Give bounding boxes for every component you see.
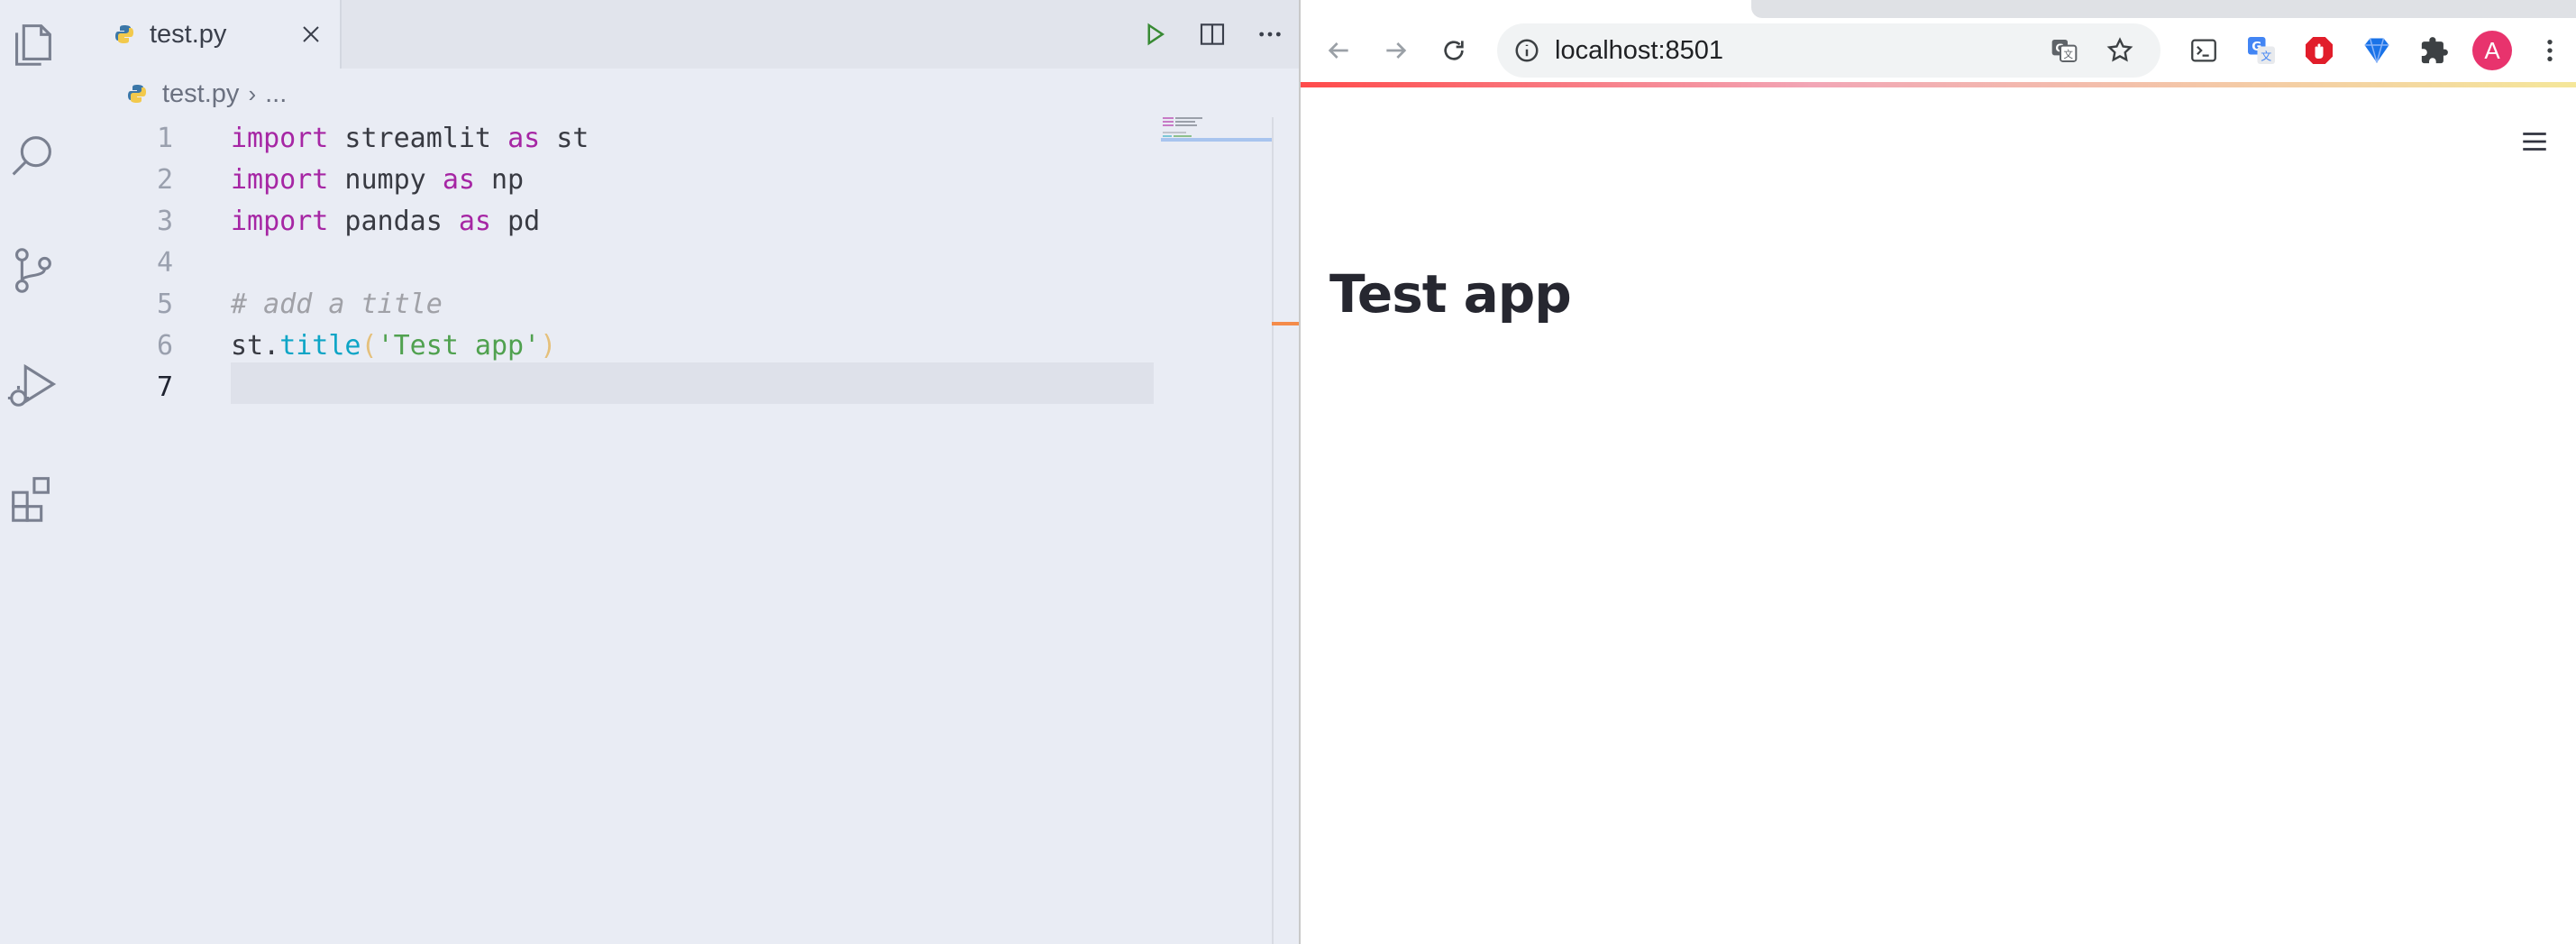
alias: np <box>474 163 525 196</box>
keyword: import <box>231 122 329 154</box>
function-name: title <box>279 329 361 362</box>
editor-scrollbar[interactable] <box>1272 117 1299 944</box>
avatar: A <box>2472 31 2512 70</box>
keyword: as <box>442 163 475 196</box>
run-python-file-icon[interactable] <box>1126 5 1183 63</box>
svg-text:文: 文 <box>2063 49 2073 60</box>
code-line: 2 import numpy as np <box>87 159 1154 200</box>
bookmark-star-icon[interactable] <box>2092 23 2148 78</box>
module-name: numpy <box>328 163 443 196</box>
search-icon[interactable] <box>0 124 65 189</box>
minimap[interactable] <box>1161 114 1273 150</box>
hamburger-menu-icon[interactable] <box>2508 115 2561 168</box>
line-number: 7 <box>156 371 173 403</box>
extension-adblock-icon[interactable] <box>2290 22 2348 79</box>
line-number: 2 <box>156 163 173 196</box>
chrome-menu-icon[interactable] <box>2521 22 2576 79</box>
code-line: 3 import pandas as pd <box>87 200 1154 242</box>
code-line: 4 <box>87 242 1154 283</box>
editor-actions <box>1126 0 1299 69</box>
extensions-icon[interactable] <box>0 465 65 530</box>
line-content: import pandas as pd <box>231 206 540 237</box>
breadcrumb-file[interactable]: test.py <box>162 79 239 109</box>
code-line: 7 <box>87 366 1154 408</box>
code-editor[interactable]: 1 import streamlit as st 2 import numpy … <box>87 117 1154 944</box>
forward-icon[interactable] <box>1367 22 1425 79</box>
line-number: 6 <box>156 329 173 362</box>
line-content: st.title('Test app') <box>231 330 556 362</box>
close-tab-icon[interactable] <box>295 18 327 50</box>
source-control-icon[interactable] <box>0 238 65 303</box>
alias: st <box>540 122 589 154</box>
svg-text:文: 文 <box>2261 50 2271 63</box>
comment: # add a title <box>231 288 443 320</box>
breadcrumb: test.py › ... <box>126 76 287 112</box>
bracket: ( <box>361 329 378 362</box>
extension-gem-icon[interactable] <box>2348 22 2406 79</box>
translate-icon[interactable]: G文 <box>2036 23 2092 78</box>
breadcrumb-symbols[interactable]: ... <box>265 79 287 109</box>
omnibox-actions: G文 <box>2036 23 2148 78</box>
editor-tab-bar: test.py <box>87 0 1299 69</box>
keyword: import <box>231 205 329 237</box>
back-icon[interactable] <box>1310 22 1367 79</box>
app-title: Test app <box>1329 263 1572 325</box>
line-content: import numpy as np <box>231 164 524 196</box>
module-name: pandas <box>328 205 459 237</box>
extension-terminal-icon[interactable] <box>2175 22 2233 79</box>
split-editor-icon[interactable] <box>1183 5 1241 63</box>
code-line: 5 # add a title <box>87 283 1154 325</box>
profile-avatar[interactable]: A <box>2463 22 2521 79</box>
run-debug-icon[interactable] <box>0 352 65 417</box>
site-info-icon[interactable] <box>1513 37 1540 64</box>
code-line: 6 st.title('Test app') <box>87 325 1154 366</box>
extension-translate-icon[interactable]: G文 <box>2233 22 2290 79</box>
python-file-icon <box>128 85 146 103</box>
browser-tab-strip <box>1301 0 2576 20</box>
line-number: 5 <box>156 288 173 320</box>
extensions-puzzle-icon[interactable] <box>2406 22 2463 79</box>
streamlit-decoration-bar <box>1301 82 2576 87</box>
chevron-right-icon: › <box>248 79 257 107</box>
line-number: 1 <box>156 122 173 154</box>
scrollbar-cursor-marker <box>1272 322 1299 325</box>
line-number: 4 <box>156 246 173 279</box>
keyword: as <box>458 205 491 237</box>
extensions-toolbar: G文 A <box>2175 22 2576 79</box>
python-file-icon <box>115 25 133 43</box>
object-ref: st. <box>231 329 280 362</box>
browser-window: localhost:8501 G文 G文 A <box>1299 0 2576 944</box>
bracket: ) <box>540 329 557 362</box>
code-line: 1 import streamlit as st <box>87 117 1154 159</box>
vscode-window: test.py test.py › ... 1 import streamlit… <box>0 0 1299 944</box>
line-number: 3 <box>156 205 173 237</box>
browser-tab-inactive[interactable] <box>1751 0 2576 18</box>
keyword: as <box>507 122 541 154</box>
more-actions-icon[interactable] <box>1241 5 1299 63</box>
alias: pd <box>491 205 541 237</box>
tab-test-py[interactable]: test.py <box>87 0 342 69</box>
tab-label: test.py <box>150 19 227 49</box>
activity-bar <box>0 0 65 944</box>
reload-icon[interactable] <box>1425 22 1483 79</box>
module-name: streamlit <box>328 122 508 154</box>
line-content: import streamlit as st <box>231 123 589 154</box>
explorer-icon[interactable] <box>0 11 65 76</box>
keyword: import <box>231 163 329 196</box>
address-bar[interactable]: localhost:8501 G文 <box>1497 23 2160 78</box>
string-literal: 'Test app' <box>377 329 541 362</box>
url-text[interactable]: localhost:8501 <box>1555 36 1723 66</box>
